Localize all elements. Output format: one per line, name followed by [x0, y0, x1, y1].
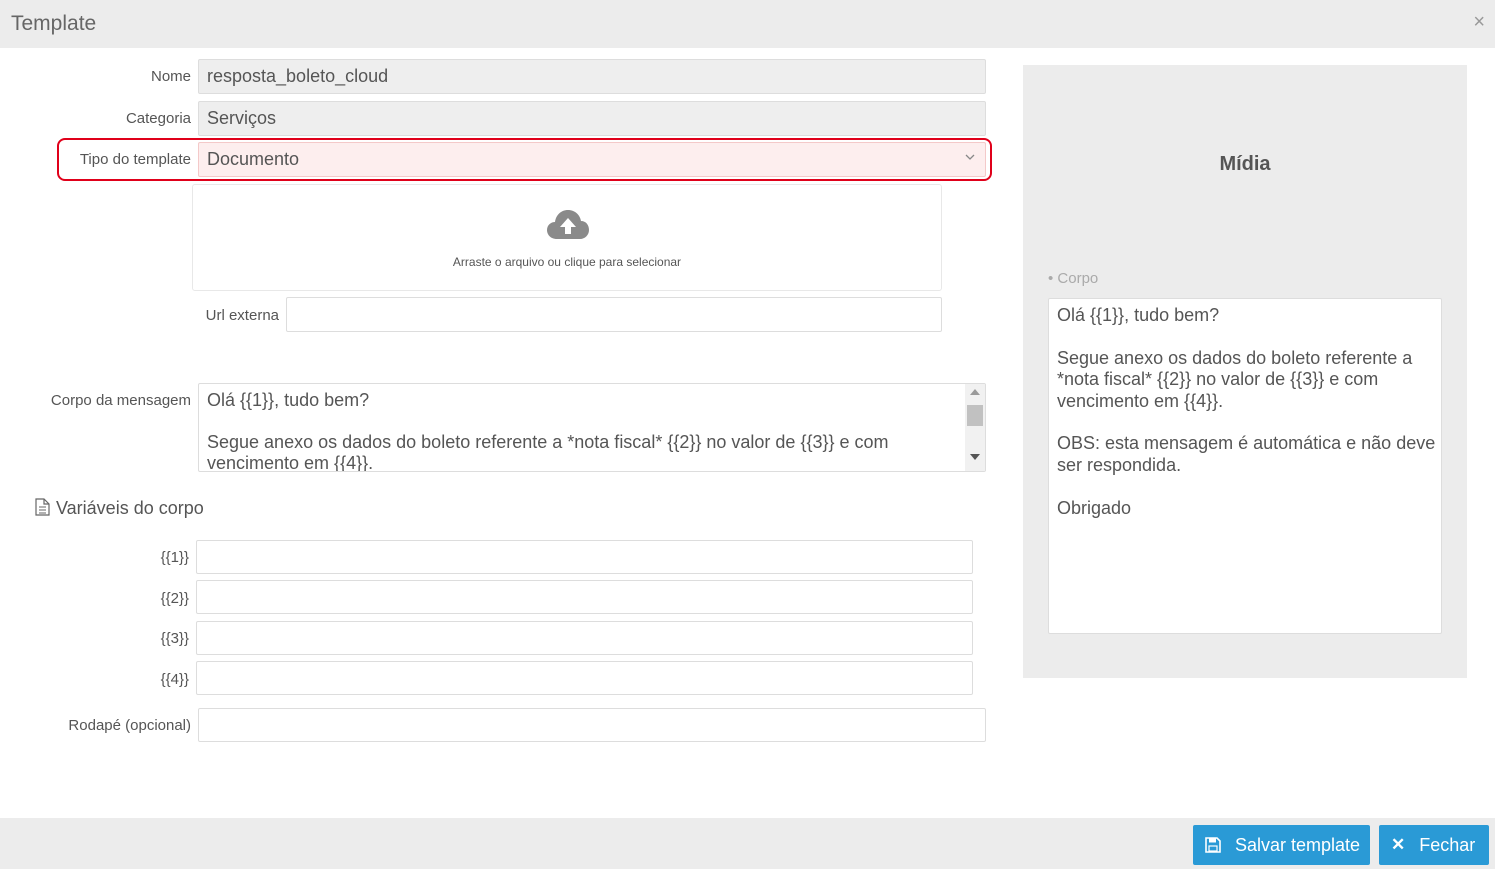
- tipo-select-value: Documento: [207, 149, 300, 169]
- chevron-down-icon: [965, 154, 975, 160]
- close-icon[interactable]: ×: [1473, 12, 1485, 32]
- scroll-down-icon[interactable]: [970, 454, 980, 460]
- cloud-upload-icon: [547, 210, 589, 239]
- var-2-label: {{2}}: [160, 590, 189, 607]
- corpo-label: Corpo da mensagem: [50, 392, 191, 409]
- dropzone-text: Arraste o arquivo ou clique para selecio…: [452, 255, 682, 269]
- save-template-button[interactable]: Salvar template: [1193, 825, 1370, 865]
- url-externa-label: Url externa: [205, 307, 279, 324]
- rodape-label: Rodapé (opcional): [68, 717, 191, 734]
- preview-body-text: Olá {{1}}, tudo bem? Segue anexo os dado…: [1057, 305, 1436, 518]
- variaveis-title-text: Variáveis do corpo: [56, 498, 204, 518]
- rodape-input[interactable]: [198, 708, 986, 742]
- var-4-input[interactable]: [196, 661, 973, 695]
- modal-header: Template ×: [0, 0, 1495, 48]
- document-icon: [35, 498, 50, 516]
- tipo-label: Tipo do template: [79, 151, 191, 168]
- url-externa-input[interactable]: [286, 297, 942, 332]
- preview-panel: Mídia • Corpo Olá {{1}}, tudo bem? Segue…: [1023, 65, 1467, 678]
- preview-body-box: Olá {{1}}, tudo bem? Segue anexo os dado…: [1048, 298, 1442, 634]
- scroll-thumb[interactable]: [967, 405, 983, 426]
- file-dropzone[interactable]: Arraste o arquivo ou clique para selecio…: [192, 184, 942, 291]
- preview-corpo-label: • Corpo: [1048, 270, 1099, 287]
- corpo-scrollbar[interactable]: [965, 384, 985, 471]
- tipo-select[interactable]: Documento: [198, 142, 986, 177]
- template-modal: Template × Nome resposta_boleto_cloud Ca…: [0, 0, 1495, 869]
- close-button[interactable]: ✕ Fechar: [1379, 825, 1489, 865]
- var-2-input[interactable]: [196, 580, 973, 614]
- close-x-icon: ✕: [1391, 835, 1406, 854]
- corpo-textarea[interactable]: Olá {{1}}, tudo bem? Segue anexo os dado…: [198, 383, 986, 472]
- var-1-input[interactable]: [196, 540, 973, 574]
- nome-label: Nome: [150, 68, 191, 85]
- modal-title: Template: [11, 12, 97, 35]
- nome-field[interactable]: resposta_boleto_cloud: [198, 59, 986, 94]
- var-3-label: {{3}}: [160, 630, 189, 647]
- var-3-input[interactable]: [196, 621, 973, 655]
- midia-title: Mídia: [1219, 153, 1271, 175]
- scroll-up-icon[interactable]: [970, 389, 980, 395]
- var-1-label: {{1}}: [160, 549, 189, 566]
- corpo-text: Olá {{1}}, tudo bem? Segue anexo os dado…: [207, 390, 889, 472]
- categoria-field[interactable]: Serviços: [198, 101, 986, 136]
- var-4-label: {{4}}: [160, 671, 189, 688]
- variaveis-section-title: Variáveis do corpo: [35, 498, 204, 519]
- categoria-label: Categoria: [125, 110, 191, 127]
- floppy-disk-icon: [1205, 837, 1221, 853]
- save-template-label: Salvar template: [1235, 834, 1361, 855]
- close-button-label: Fechar: [1419, 834, 1476, 855]
